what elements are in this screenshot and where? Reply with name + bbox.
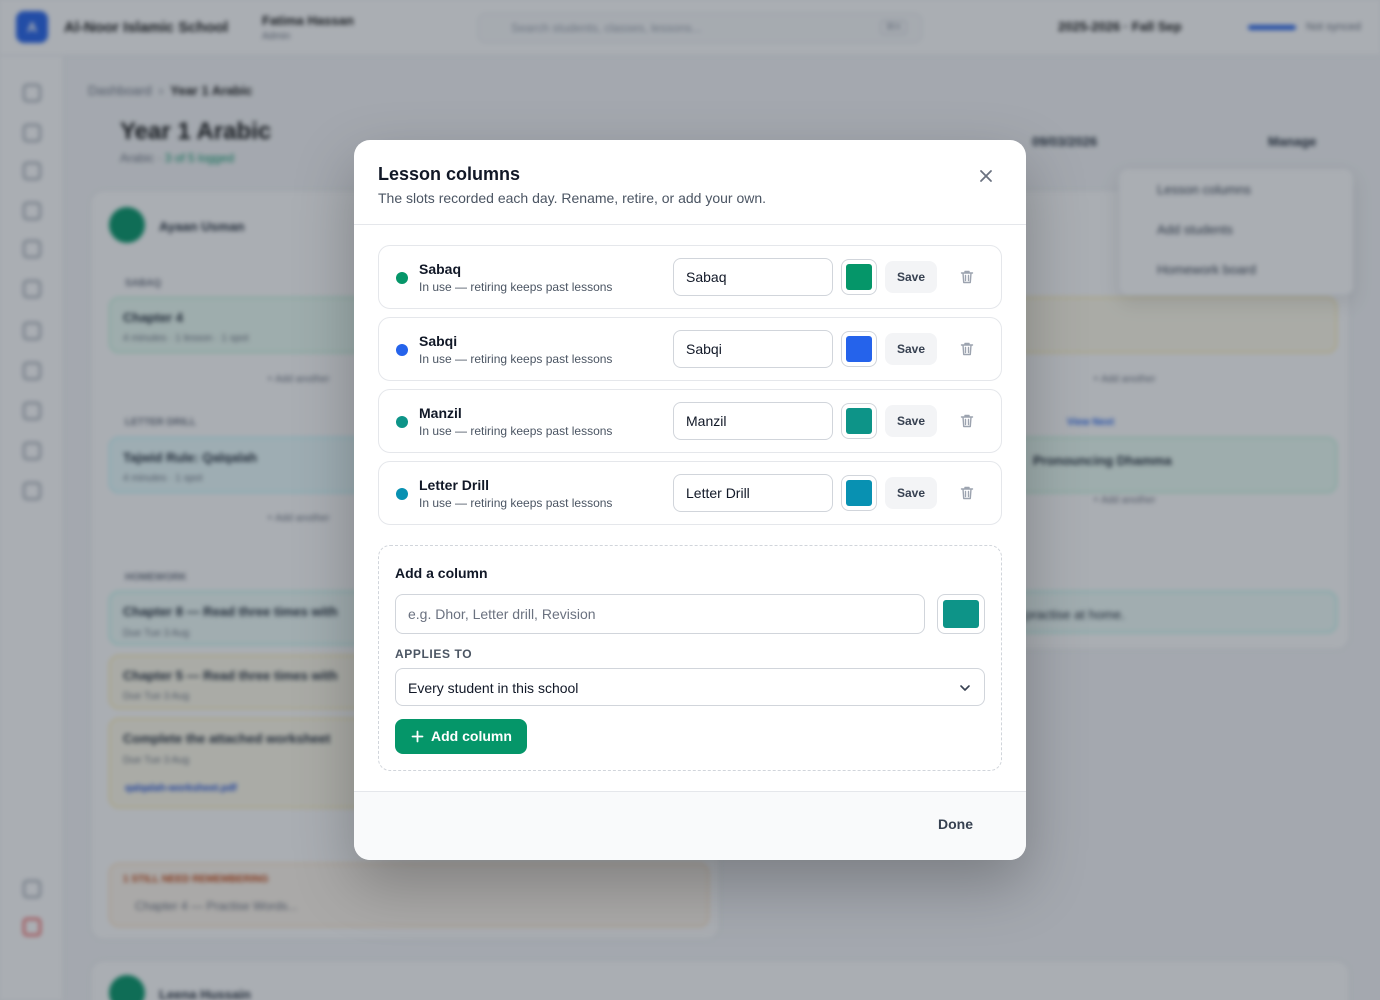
column-color-dot [396, 344, 408, 356]
trash-icon [960, 342, 974, 356]
column-color-dot [396, 416, 408, 428]
column-usage-note: In use — retiring keeps past lessons [419, 496, 613, 510]
column-name: Sabqi [419, 333, 458, 349]
applies-to-value: Every student in this school [408, 680, 579, 696]
new-column-color-picker[interactable] [937, 594, 985, 634]
add-column-panel: Add a column Applies to Every student in… [378, 545, 1002, 771]
color-swatch [846, 408, 872, 434]
column-rename-input[interactable] [673, 258, 833, 296]
save-button[interactable]: Save [885, 405, 937, 437]
color-swatch [846, 480, 872, 506]
column-color-picker[interactable] [841, 259, 877, 295]
column-usage-note: In use — retiring keeps past lessons [419, 280, 613, 294]
color-swatch [846, 264, 872, 290]
delete-button[interactable] [957, 267, 977, 287]
column-row-letter-drill: Letter Drill In use — retiring keeps pas… [378, 461, 1002, 525]
column-color-picker[interactable] [841, 475, 877, 511]
column-rename-input[interactable] [673, 330, 833, 368]
column-color-dot [396, 272, 408, 284]
close-icon [980, 170, 992, 182]
dialog-subtitle: The slots recorded each day. Rename, ret… [378, 190, 767, 206]
column-rename-input[interactable] [673, 402, 833, 440]
plus-icon [411, 730, 424, 743]
column-rename-input[interactable] [673, 474, 833, 512]
applies-to-label: Applies to [395, 647, 473, 661]
trash-icon [960, 414, 974, 428]
column-name: Manzil [419, 405, 462, 421]
lesson-columns-dialog: Lesson columns The slots recorded each d… [354, 140, 1026, 860]
delete-button[interactable] [957, 339, 977, 359]
chevron-down-icon [960, 685, 970, 691]
column-row-sabqi: Sabqi In use — retiring keeps past lesso… [378, 317, 1002, 381]
column-color-picker[interactable] [841, 331, 877, 367]
column-name: Letter Drill [419, 477, 490, 493]
dialog-title: Lesson columns [378, 164, 521, 184]
save-button[interactable]: Save [885, 261, 937, 293]
column-usage-note: In use — retiring keeps past lessons [419, 352, 613, 366]
column-row-manzil: Manzil In use — retiring keeps past less… [378, 389, 1002, 453]
column-name: Sabaq [419, 261, 462, 277]
save-button[interactable]: Save [885, 333, 937, 365]
delete-button[interactable] [957, 483, 977, 503]
add-column-button[interactable]: Add column [395, 719, 527, 754]
delete-button[interactable] [957, 411, 977, 431]
dialog-header: Lesson columns The slots recorded each d… [354, 140, 1026, 225]
close-button[interactable] [974, 164, 998, 188]
new-column-name-input[interactable] [395, 594, 925, 634]
color-swatch [846, 336, 872, 362]
applies-to-select[interactable]: Every student in this school [395, 668, 985, 706]
trash-icon [960, 270, 974, 284]
dialog-footer: Done [354, 791, 1026, 860]
column-usage-note: In use — retiring keeps past lessons [419, 424, 613, 438]
column-row-sabaq: Sabaq In use — retiring keeps past lesso… [378, 245, 1002, 309]
column-color-dot [396, 488, 408, 500]
add-column-title: Add a column [395, 565, 488, 581]
column-color-picker[interactable] [841, 403, 877, 439]
done-button[interactable]: Done [938, 816, 973, 832]
trash-icon [960, 486, 974, 500]
save-button[interactable]: Save [885, 477, 937, 509]
color-swatch [943, 600, 979, 628]
add-column-button-label: Add column [431, 728, 512, 744]
